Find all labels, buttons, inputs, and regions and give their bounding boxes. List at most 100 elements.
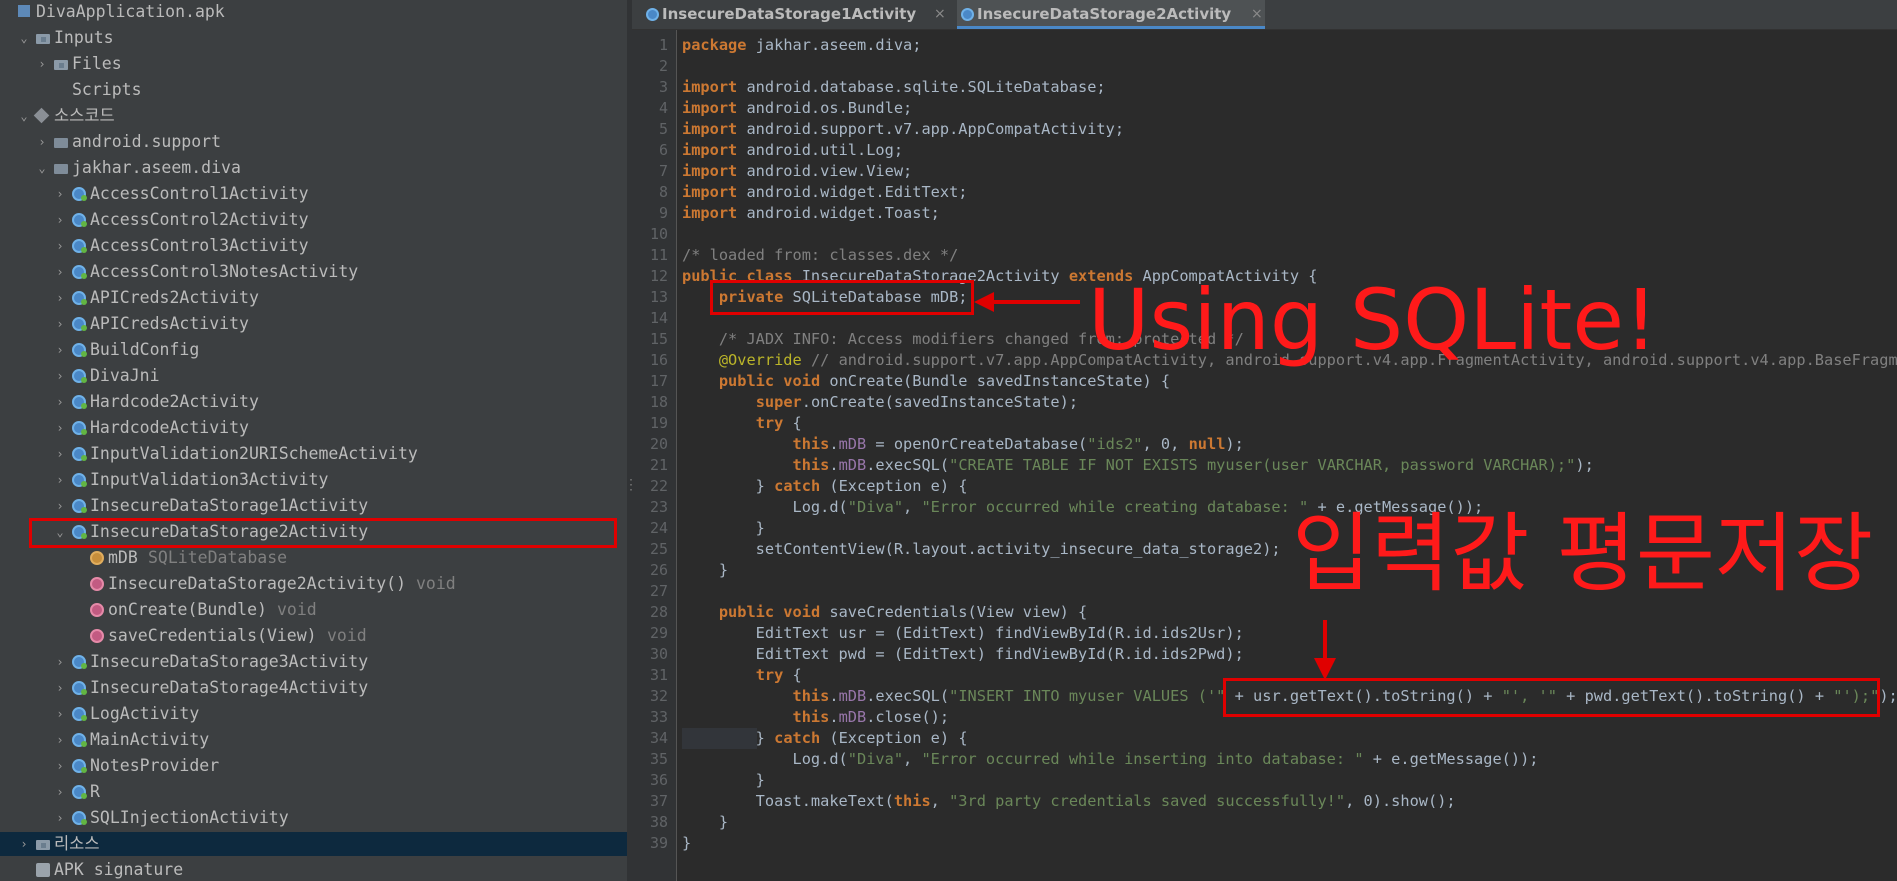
chevron-right-icon[interactable]: › [54, 260, 66, 284]
chevron-down-icon[interactable]: ⌄ [18, 104, 30, 128]
code-token: this [792, 435, 830, 453]
tree-item-label: MainActivity [90, 730, 210, 749]
code-token: "ids2" [1087, 435, 1143, 453]
class-icon [72, 785, 87, 799]
code-token: catch [774, 729, 821, 747]
code-line: this.mDB.close(); [682, 707, 950, 728]
chevron-right-icon[interactable]: › [54, 676, 66, 700]
class-icon [72, 421, 87, 435]
script-icon [54, 83, 68, 97]
chevron-right-icon[interactable]: › [54, 208, 66, 232]
code-token: Log.d( [682, 498, 848, 516]
chevron-right-icon[interactable]: › [54, 416, 66, 440]
source-icon [33, 107, 50, 124]
tree-item[interactable]: › 리소스 [0, 832, 627, 856]
code-line: import android.os.Bundle; [682, 98, 912, 119]
line-number: 3 [658, 78, 668, 96]
code-line: Toast.makeText(this, "3rd party credenti… [682, 791, 1456, 812]
tab-insecure-data-storage-1[interactable]: InsecureDataStorage1Activity × [642, 0, 947, 29]
chevron-right-icon[interactable]: › [54, 390, 66, 414]
line-number: 9 [658, 204, 668, 222]
chevron-right-icon[interactable]: › [36, 52, 48, 76]
folder-icon [36, 34, 50, 44]
code-token: import [682, 162, 747, 180]
project-tree: DivaApplication.apk ⌄ Inputs › Files Scripts ⌄… [0, 0, 627, 881]
code-line: } [682, 812, 728, 833]
tree-item-label: jakhar.aseem.diva [72, 158, 241, 177]
line-number: 13 [649, 288, 668, 306]
chevron-down-icon[interactable]: ⌄ [18, 26, 30, 50]
line-number: 28 [649, 603, 668, 621]
chevron-right-icon[interactable]: › [54, 234, 66, 258]
code-token: android.util.Log; [746, 141, 904, 159]
code-token: @Override [682, 351, 802, 369]
code-token: catch [774, 477, 821, 495]
tree-item-label: HardcodeActivity [90, 418, 249, 437]
code-line: EditText pwd = (EditText) findViewById(R… [682, 644, 1244, 665]
line-number: 6 [658, 141, 668, 159]
package-icon [54, 164, 68, 174]
code-token: import [682, 78, 747, 96]
close-icon[interactable]: × [934, 0, 946, 29]
chevron-right-icon[interactable]: › [18, 832, 30, 856]
code-token: . [829, 687, 839, 705]
code-line: Log.d("Diva", "Error occurred while inse… [682, 749, 1539, 770]
line-number: 15 [649, 330, 668, 348]
code-token: "Error occurred while inserting into dat… [921, 750, 1364, 768]
apk-icon [18, 5, 30, 17]
tree-item-label: Inputs [54, 28, 114, 47]
code-token: android.widget.Toast; [746, 204, 940, 222]
code-token: (Exception e) { [820, 729, 968, 747]
insert-statement-highlight-box [1223, 678, 1880, 717]
class-icon [72, 343, 87, 357]
line-number: 1 [658, 36, 668, 54]
line-number: 18 [649, 393, 668, 411]
code-area[interactable]: package jakhar.aseem.diva; import android… [682, 30, 1897, 881]
tree-item-type: void [277, 600, 317, 619]
tree-item-label: DivaJni [90, 366, 160, 385]
chevron-right-icon[interactable]: › [54, 494, 66, 518]
close-icon[interactable]: × [1251, 0, 1263, 29]
chevron-right-icon[interactable]: › [36, 130, 48, 154]
code-token: , [903, 498, 922, 516]
line-number: 27 [649, 582, 668, 600]
chevron-right-icon[interactable]: › [54, 286, 66, 310]
chevron-right-icon[interactable]: › [54, 338, 66, 362]
chevron-right-icon[interactable]: › [54, 806, 66, 830]
chevron-right-icon[interactable]: › [54, 442, 66, 466]
chevron-down-icon[interactable]: ⌄ [36, 156, 48, 180]
code-token: /* loaded from: classes.dex */ [682, 246, 959, 264]
chevron-right-icon[interactable]: › [54, 754, 66, 778]
code-token: .execSQL( [866, 687, 950, 705]
folder-icon [36, 840, 50, 850]
code-token: } [682, 771, 765, 789]
chevron-right-icon[interactable]: › [54, 468, 66, 492]
code-token: public void [718, 372, 821, 390]
chevron-right-icon[interactable]: › [54, 650, 66, 674]
tree-item-label: LogActivity [90, 704, 200, 723]
field-icon [90, 551, 104, 565]
code-token: ); [1879, 687, 1897, 705]
chevron-right-icon[interactable]: › [54, 312, 66, 336]
selected-class-highlight-box [29, 518, 617, 548]
tab-insecure-data-storage-2[interactable]: InsecureDataStorage2Activity × [957, 0, 1265, 29]
code-token: } [682, 519, 765, 537]
chevron-right-icon[interactable]: › [54, 182, 66, 206]
code-token: .onCreate(savedInstanceState); [801, 393, 1079, 411]
line-number: 19 [649, 414, 668, 432]
tree-item-label: InsecureDataStorage3Activity [90, 652, 369, 671]
class-icon [72, 499, 87, 513]
tree-item-label: onCreate(Bundle) [108, 600, 267, 619]
chevron-right-icon[interactable]: › [54, 780, 66, 804]
chevron-right-icon[interactable]: › [54, 702, 66, 726]
chevron-right-icon[interactable]: › [54, 364, 66, 388]
code-line: } [682, 560, 728, 581]
line-number: 4 [658, 99, 668, 117]
code-token: , 0).show(); [1345, 792, 1456, 810]
line-number: 17 [649, 372, 668, 390]
line-number: 2 [658, 57, 668, 75]
code-line: import android.view.View; [682, 161, 912, 182]
chevron-right-icon[interactable]: › [54, 728, 66, 752]
